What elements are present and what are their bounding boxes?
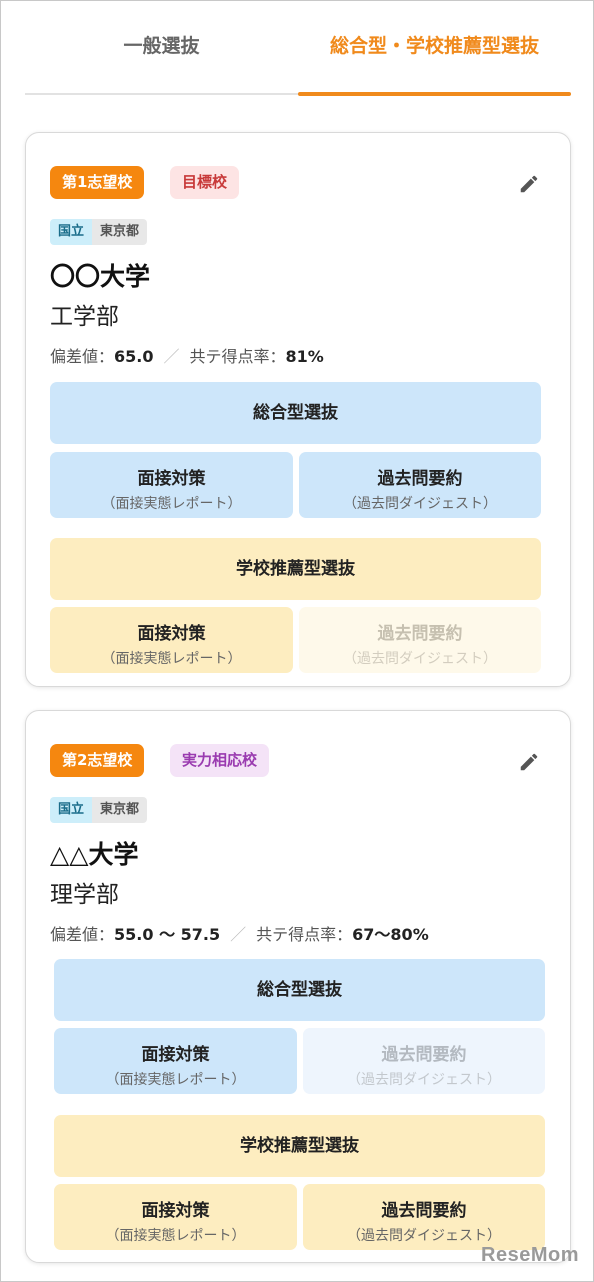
category-badge: 目標校 [170, 166, 240, 199]
score-rate-label: 共テ得点率： [189, 347, 286, 366]
score-rate-value: 67〜80% [352, 925, 429, 944]
past-exam-caption: （過去問ダイジェスト） [347, 1228, 501, 1244]
interview-prep-button[interactable]: 面接対策 （面接実態レポート） [50, 607, 293, 673]
interview-prep-caption: （面接実態レポート） [101, 496, 242, 512]
stats-separator: ／ [230, 925, 247, 944]
interview-prep-caption: （面接実態レポート） [105, 1228, 246, 1244]
category-badge: 実力相応校 [170, 744, 270, 777]
score-rate-value: 81% [285, 347, 324, 366]
location-tag: 東京都 [92, 219, 148, 245]
past-exam-summary-button-disabled: 過去問要約 （過去問ダイジェスト） [299, 607, 541, 673]
school-stats: 偏差値：55.0 〜 57.5 ／ 共テ得点率：67〜80% [50, 921, 429, 945]
past-exam-label: 過去問要約 [381, 1201, 467, 1221]
past-exam-label: 過去問要約 [377, 624, 463, 644]
school-card-2: 第2志望校 実力相応校 国立 東京都 △△大学 理学部 偏差値：55.0 〜 5… [25, 710, 571, 1263]
pencil-icon[interactable] [518, 173, 540, 195]
school-type-tag: 国立 [50, 219, 93, 245]
location-tag: 東京都 [92, 797, 148, 823]
stats-separator: ／ [163, 347, 180, 366]
faculty-name: 理学部 [50, 882, 119, 908]
selection-tabs: 一般選抜 総合型・学校推薦型選抜 [25, 1, 571, 97]
score-rate-label: 共テ得点率： [256, 925, 353, 944]
active-tab-indicator [298, 92, 571, 96]
deviation-value: 55.0 〜 57.5 [114, 925, 221, 944]
past-exam-summary-button[interactable]: 過去問要約 （過去問ダイジェスト） [299, 452, 541, 518]
section-comprehensive[interactable]: 総合型選抜 [50, 382, 541, 444]
deviation-label: 偏差値： [50, 347, 115, 366]
rank-badge: 第1志望校 [50, 166, 145, 199]
tab-comprehensive-recommendation[interactable]: 総合型・学校推薦型選抜 [298, 31, 571, 58]
section-recommendation[interactable]: 学校推薦型選抜 [50, 538, 541, 600]
deviation-label: 偏差値： [50, 925, 115, 944]
past-exam-label: 過去問要約 [377, 469, 463, 489]
interview-prep-caption: （面接実態レポート） [105, 1072, 246, 1088]
past-exam-caption: （過去問ダイジェスト） [347, 1072, 501, 1088]
faculty-name: 工学部 [50, 304, 119, 330]
tab-general-selection[interactable]: 一般選抜 [25, 31, 298, 58]
interview-prep-label: 面接対策 [137, 469, 206, 489]
past-exam-caption: （過去問ダイジェスト） [343, 496, 497, 512]
pencil-icon[interactable] [518, 751, 540, 773]
school-tags: 国立 東京都 [50, 219, 148, 245]
university-name: 〇〇大学 [50, 262, 151, 291]
school-type-tag: 国立 [50, 797, 93, 823]
past-exam-caption: （過去問ダイジェスト） [343, 651, 497, 667]
interview-prep-button[interactable]: 面接対策 （面接実態レポート） [54, 1184, 297, 1250]
school-tags: 国立 東京都 [50, 797, 148, 823]
university-name: △△大学 [50, 840, 139, 869]
interview-prep-label: 面接対策 [141, 1201, 210, 1221]
past-exam-label: 過去問要約 [381, 1045, 467, 1065]
interview-prep-caption: （面接実態レポート） [101, 651, 242, 667]
past-exam-summary-button-disabled: 過去問要約 （過去問ダイジェスト） [303, 1028, 545, 1094]
school-card-1: 第1志望校 目標校 国立 東京都 〇〇大学 工学部 偏差値：65.0 ／ 共テ得点率… [25, 132, 571, 687]
resemom-watermark: ReseMom [481, 1244, 579, 1266]
section-recommendation[interactable]: 学校推薦型選抜 [54, 1115, 545, 1177]
interview-prep-button[interactable]: 面接対策 （面接実態レポート） [54, 1028, 297, 1094]
section-comprehensive[interactable]: 総合型選抜 [54, 959, 545, 1021]
rank-badge: 第2志望校 [50, 744, 145, 777]
interview-prep-button[interactable]: 面接対策 （面接実態レポート） [50, 452, 293, 518]
deviation-value: 65.0 [114, 347, 154, 366]
app-frame: 一般選抜 総合型・学校推薦型選抜 第1志望校 目標校 国立 東京都 〇〇大学 工… [0, 0, 594, 1282]
interview-prep-label: 面接対策 [137, 624, 206, 644]
interview-prep-label: 面接対策 [141, 1045, 210, 1065]
school-stats: 偏差値：65.0 ／ 共テ得点率：81% [50, 343, 324, 367]
past-exam-summary-button[interactable]: 過去問要約 （過去問ダイジェスト） [303, 1184, 545, 1250]
